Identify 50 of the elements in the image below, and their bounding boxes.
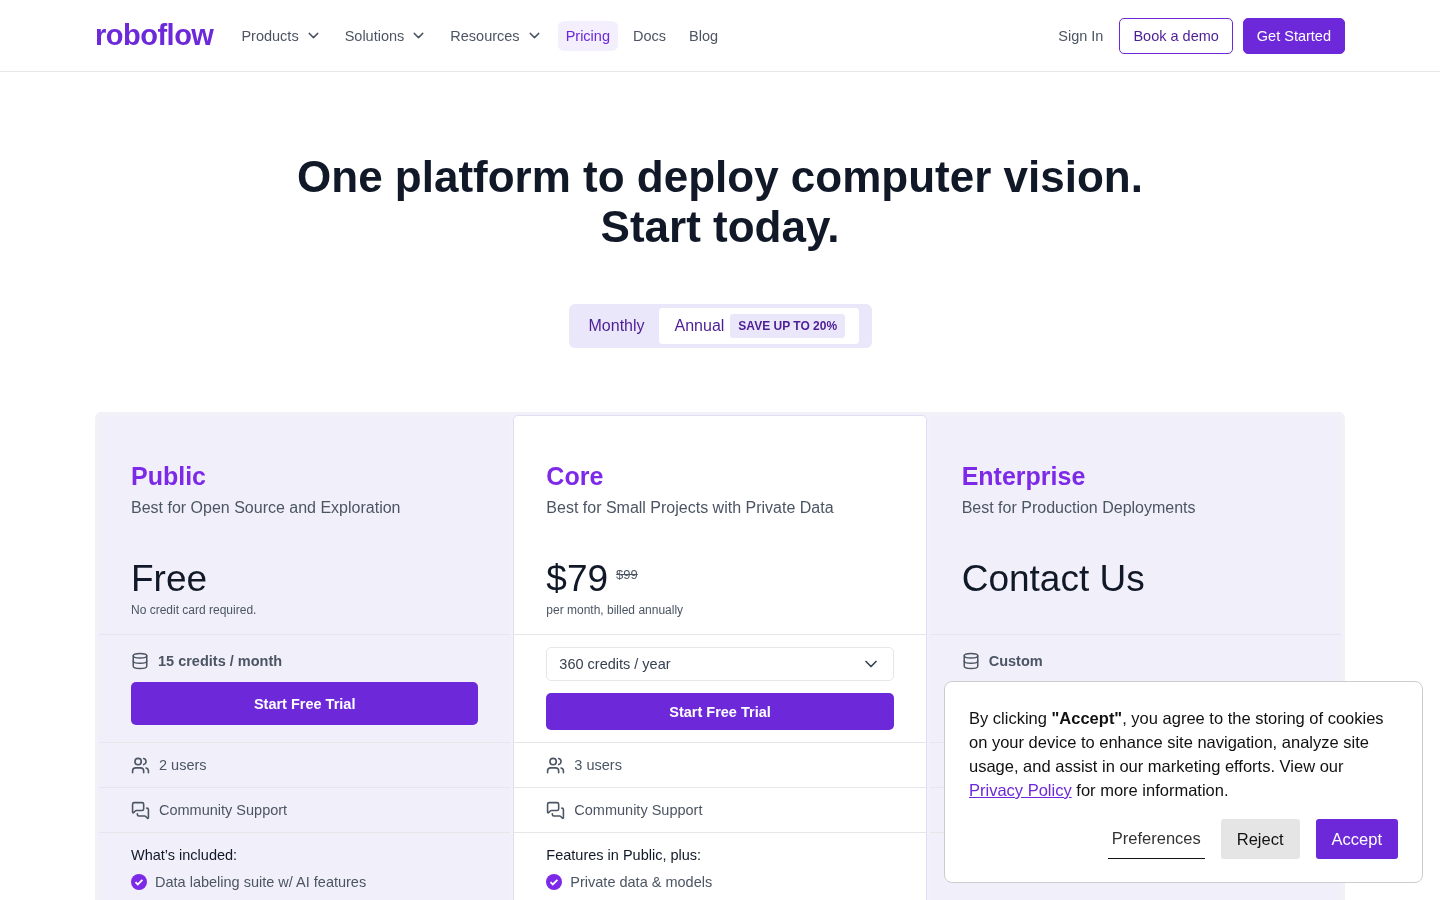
credits-select[interactable]: 360 credits / year <box>546 647 894 682</box>
hero-heading: One platform to deploy computer vision. Start today. <box>296 152 1144 252</box>
support-label: Community Support <box>574 802 703 818</box>
plan-name: Public <box>131 462 207 491</box>
check-icon <box>546 874 563 890</box>
plan-subtitle: Best for Production Deployments <box>961 499 1197 517</box>
nav-link[interactable]: Docs <box>624 20 674 51</box>
feature-label: Private data & models <box>570 874 713 890</box>
support-label: Community Support <box>159 802 288 818</box>
plan-price: Free <box>131 557 208 601</box>
nav-link[interactable]: Pricing <box>557 20 618 51</box>
logo[interactable]: roboflow <box>95 19 214 52</box>
billing-option[interactable]: Monthly <box>572 308 659 344</box>
plan-subtitle: Best for Open Source and Exploration <box>131 499 402 517</box>
check-icon <box>131 874 147 890</box>
users-icon <box>131 755 150 775</box>
users-label: 3 users <box>574 757 622 773</box>
start-trial-button[interactable]: Start Free Trial <box>546 693 894 730</box>
cookie-button[interactable]: Accept <box>1315 819 1398 859</box>
start-trial-button[interactable]: Start Free Trial <box>131 682 479 725</box>
billing-option[interactable]: Annual SAVE UP TO 20% <box>658 308 860 344</box>
nav-link[interactable]: Resources <box>442 20 551 51</box>
plan-name: Enterprise <box>961 462 1087 491</box>
chat-icon <box>131 800 150 820</box>
features-heading: What’s included: <box>131 847 239 863</box>
save-badge: SAVE UP TO 20% <box>730 314 846 338</box>
sign-in-link[interactable]: Sign In <box>1058 27 1104 44</box>
nav-link[interactable]: Blog <box>681 20 727 51</box>
users-label: 2 users <box>159 757 207 773</box>
privacy-policy-link[interactable]: Privacy Policy <box>969 781 1072 799</box>
preferences-link[interactable]: Preferences <box>1107 819 1205 859</box>
feature-label: Data labeling suite w/ AI features <box>155 874 367 890</box>
plan-subtitle: Best for Small Projects with Private Data <box>546 499 835 517</box>
plan-name: Core <box>546 462 605 491</box>
price-note: No credit card required. <box>131 603 258 617</box>
price-note: per month, billed annually <box>546 603 685 617</box>
users-icon <box>546 755 566 775</box>
cookie-text: By clicking "Accept", you agree to the storing of cookies on your device to enhance site navigation, analyze site usage, and assist in our marketing efforts. View our Privacy Policy for more information. <box>969 708 1385 801</box>
plan-price: Contact Us <box>961 557 1145 601</box>
credits-label: 15 credits / month <box>158 653 283 669</box>
chat-icon <box>546 800 566 820</box>
nav-link[interactable]: Solutions <box>336 20 436 51</box>
plan-price: $79 <box>546 557 609 601</box>
cookie-button[interactable]: Reject <box>1220 819 1300 859</box>
get-started-button[interactable]: Get Started <box>1242 17 1345 54</box>
old-price: $99 <box>616 567 638 582</box>
features-heading: Features in Public, plus: <box>546 847 703 863</box>
book-demo-button[interactable]: Book a demo <box>1119 17 1233 54</box>
credits-label: Custom <box>988 653 1043 669</box>
nav-link[interactable]: Products <box>233 20 330 51</box>
